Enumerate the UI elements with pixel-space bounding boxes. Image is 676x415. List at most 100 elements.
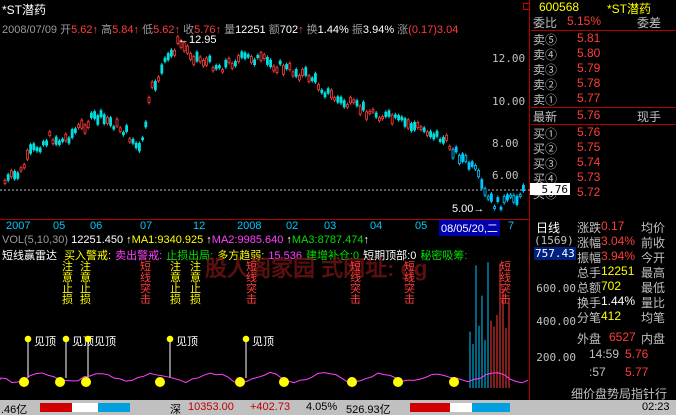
candle	[166, 53, 170, 61]
signal-label: 短线突击	[140, 261, 151, 306]
candle	[90, 112, 93, 118]
price-tick: 12.00	[492, 52, 526, 65]
stat-value: 3.94%	[601, 249, 636, 263]
ask-row: 卖② 5.78	[531, 76, 676, 92]
candle	[128, 138, 132, 143]
stat-row: 换手 1.44% 量比	[531, 294, 676, 310]
stat-value: 0.17	[601, 219, 625, 233]
candle	[141, 137, 145, 141]
ask-price: 5.79	[577, 61, 601, 75]
bid-price: 5.75	[577, 140, 601, 154]
ask-row: 卖① 5.77	[531, 91, 676, 107]
low-mark: 5.00→	[452, 203, 485, 215]
candle	[96, 115, 100, 125]
stat-row: 涨跌 0.17 均价	[531, 219, 676, 235]
last-price: 5.76	[577, 108, 601, 122]
candle	[240, 51, 244, 58]
candle	[374, 112, 378, 118]
smiley-icon	[19, 377, 29, 387]
candle	[192, 56, 196, 65]
candle	[42, 141, 45, 146]
candle	[19, 167, 23, 172]
candle	[122, 132, 125, 136]
maximize-icon[interactable]	[523, 3, 530, 10]
candle	[38, 147, 42, 153]
market-breadth-bar	[40, 403, 130, 412]
date-tick: 07	[140, 220, 153, 232]
candlestick-chart[interactable]	[0, 32, 530, 218]
candle	[429, 131, 433, 138]
bid-price: 5.73	[577, 170, 601, 184]
candle	[473, 165, 477, 170]
candle	[464, 155, 468, 162]
candle	[326, 88, 330, 94]
candle	[368, 110, 372, 114]
ask-price: 5.78	[577, 76, 601, 90]
candle	[345, 104, 349, 108]
stat-row: 涨幅 3.04% 前收	[531, 234, 676, 250]
bid-row: 买① 5.76	[531, 125, 676, 141]
candle	[67, 137, 71, 144]
candle	[201, 59, 205, 67]
status-left-amount: .46亿	[1, 404, 28, 415]
outer-inner-row: 外盘 6527 内盘	[531, 330, 676, 346]
candle	[230, 63, 234, 69]
candle	[483, 188, 487, 196]
candle	[256, 54, 260, 59]
candle	[217, 65, 221, 69]
date-tick: 2007	[6, 220, 31, 232]
candle	[358, 105, 362, 115]
outer-value: 6527	[609, 330, 636, 344]
date-tick: 12	[193, 220, 206, 232]
stock-title-text: *ST潜药	[2, 3, 47, 17]
candle	[291, 71, 295, 77]
candle	[243, 52, 247, 59]
candle	[189, 53, 193, 60]
vol-ma1: MA1:9340.925	[131, 234, 204, 246]
candle	[457, 155, 461, 164]
vol-header: VOL(5,10,30) 12251.450 ↑MA1:9340.925 ↑MA…	[2, 234, 369, 246]
candle	[297, 75, 301, 81]
stat-row: 振幅 3.94% 今开	[531, 249, 676, 265]
top-signal: 见顶	[166, 333, 198, 349]
candle	[93, 111, 96, 119]
chart-area[interactable]: *ST潜药 2008/07/09 开5.62↑ 高5.84↑ 低5.62↑ 收5…	[0, 0, 576, 400]
price-tick: 6.00	[492, 169, 519, 182]
candle	[333, 97, 337, 101]
candle	[381, 116, 385, 120]
status-time: 02:23	[642, 401, 670, 413]
candle	[54, 136, 58, 145]
candle	[515, 196, 519, 205]
tick-time: 14:59	[589, 347, 620, 361]
candle	[169, 49, 173, 57]
candle	[86, 121, 90, 129]
smiley-icon	[81, 377, 91, 387]
candle	[409, 123, 413, 132]
order-ratio-row: 委比 5.15% 委差	[531, 14, 676, 30]
candle	[275, 67, 279, 73]
candle	[51, 139, 55, 145]
smiley-icon	[279, 377, 289, 387]
candle	[157, 76, 161, 82]
candle	[323, 92, 327, 98]
candle	[144, 121, 148, 128]
candle	[489, 193, 493, 202]
candle	[371, 109, 375, 113]
vol-value-text: 12251.450	[71, 234, 124, 246]
candle	[253, 59, 257, 66]
candle	[259, 52, 263, 61]
candle	[432, 133, 436, 140]
stat-value: 412	[601, 309, 622, 323]
candle	[317, 84, 321, 91]
candle	[102, 114, 106, 125]
candle	[522, 184, 525, 192]
candle	[518, 194, 522, 197]
stat-value: 702	[601, 279, 622, 293]
candle	[233, 60, 237, 67]
candle	[221, 69, 225, 73]
candle	[304, 67, 308, 76]
candle	[422, 127, 426, 132]
candle	[448, 146, 452, 150]
tick-time: :57	[589, 365, 606, 379]
candle	[486, 195, 490, 200]
